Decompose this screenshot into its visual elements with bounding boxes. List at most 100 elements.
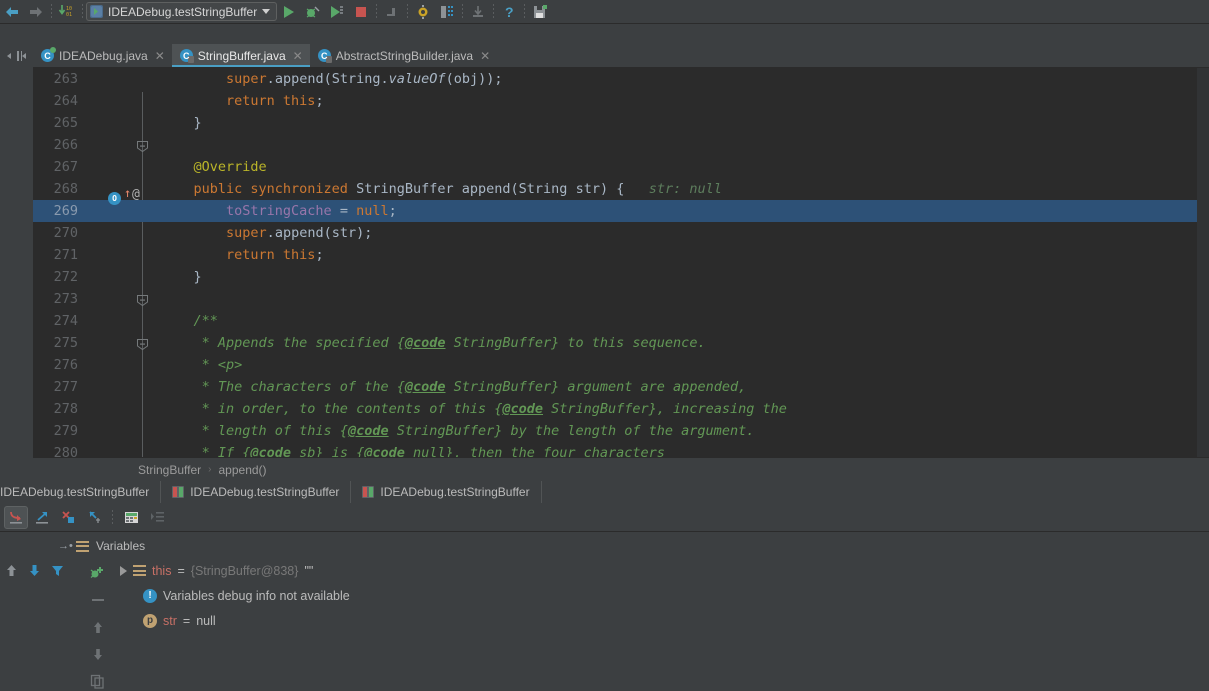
debug-session-tab-0[interactable]: IDEADebug.testStringBuffer	[0, 481, 162, 503]
evaluate-expression-icon[interactable]	[119, 506, 143, 529]
run-configuration-selector[interactable]: IDEADebug.testStringBuffer	[86, 2, 278, 21]
editor-tab-abstractstringbuilder[interactable]: AbstractStringBuilder.java ✕	[310, 44, 497, 67]
settings-gear-icon[interactable]	[411, 1, 435, 23]
toolbar-separator	[407, 3, 409, 20]
close-icon[interactable]: ✕	[155, 49, 165, 63]
move-up-icon[interactable]	[4, 563, 19, 581]
close-icon[interactable]: ✕	[293, 49, 303, 63]
code-token: StringBuffer	[356, 181, 462, 197]
download-sources-icon[interactable]: 10 01	[55, 1, 79, 23]
override-method-icon[interactable]: O	[108, 192, 121, 205]
step-into-icon[interactable]	[30, 506, 54, 529]
code-text: /**	[161, 310, 218, 332]
code-token: String	[518, 181, 568, 197]
variables-row-this[interactable]: this = {StringBuffer@838} ""	[120, 558, 1209, 583]
save-all-icon[interactable]	[528, 1, 552, 23]
restore-layout-icon[interactable]: →•	[58, 540, 73, 552]
sort-up-icon[interactable]	[88, 618, 108, 636]
code-text: * Appends the specified {@code StringBuf…	[161, 332, 706, 354]
toolbar-separator	[462, 3, 464, 20]
code-line[interactable]: 270 super.append(str);	[33, 222, 1209, 244]
code-token: append	[274, 225, 324, 241]
code-line[interactable]: 278 * in order, to the contents of this …	[33, 398, 1209, 420]
code-token: public	[161, 181, 251, 197]
editor-tab-ideadebug[interactable]: IDEADebug.java ✕	[33, 44, 172, 67]
code-line[interactable]: 267 @Override	[33, 156, 1209, 178]
step-out-icon[interactable]	[82, 506, 106, 529]
show-execution-point-icon[interactable]	[145, 506, 169, 529]
update-project-icon[interactable]	[466, 1, 490, 23]
debug-session-tab-1[interactable]: IDEADebug.testStringBuffer	[161, 481, 352, 503]
code-line[interactable]: 268 public synchronized StringBuffer app…	[33, 178, 1209, 200]
code-line[interactable]: 269 toStringCache = null;	[33, 200, 1209, 222]
editor-tab-stringbuffer[interactable]: StringBuffer.java ✕	[171, 44, 310, 67]
code-token: StringBuffer}, increasing the	[543, 401, 787, 417]
code-line[interactable]: 275 * Appends the specified {@code Strin…	[33, 332, 1209, 354]
copy-icon[interactable]	[88, 672, 108, 690]
help-icon[interactable]: ?	[497, 1, 521, 23]
variables-title: Variables	[96, 539, 146, 553]
variable-value: null	[196, 613, 216, 628]
step-over-icon[interactable]	[4, 505, 28, 529]
class-icon	[179, 49, 194, 63]
code-token: ;	[315, 93, 324, 109]
forward-arrow-icon[interactable]	[24, 1, 48, 23]
code-token: * The characters of the {	[161, 379, 405, 395]
code-line[interactable]: 264 return this;	[33, 90, 1209, 112]
expand-triangle-icon[interactable]	[120, 565, 127, 576]
code-text: toStringCache = null;	[161, 200, 397, 222]
code-line[interactable]: 273	[33, 288, 1209, 310]
breadcrumb-method[interactable]: append()	[219, 463, 267, 477]
code-line[interactable]: 279 * length of this {@code StringBuffer…	[33, 420, 1209, 442]
breadcrumb-class[interactable]: StringBuffer	[138, 463, 201, 477]
code-line[interactable]: 263 super.append(String.valueOf(obj));	[33, 68, 1209, 90]
line-number: 272	[53, 269, 78, 285]
run-with-coverage-icon[interactable]	[325, 1, 349, 23]
code-line[interactable]: 272 }	[33, 266, 1209, 288]
debug-stepping-toolbar	[0, 503, 1209, 532]
force-step-into-icon[interactable]	[56, 506, 80, 529]
code-line[interactable]: 266	[33, 134, 1209, 156]
line-number: 275	[53, 335, 78, 351]
code-token: }	[161, 269, 202, 285]
code-line[interactable]: 274 /**	[33, 310, 1209, 332]
debug-icon[interactable]	[301, 1, 325, 23]
code-line[interactable]: 271 return this;	[33, 244, 1209, 266]
code-lines: 263 super.append(String.valueOf(obj)); 26…	[33, 68, 1209, 457]
add-watch-icon[interactable]	[88, 564, 108, 582]
lock-icon	[325, 56, 332, 63]
variables-row-str[interactable]: p str = null	[120, 608, 1209, 633]
hide-panel-icon[interactable]	[16, 50, 32, 64]
code-token: str) {	[567, 181, 625, 197]
variables-row-info[interactable]: ! Variables debug info not available	[120, 583, 1209, 608]
code-token: return	[161, 93, 283, 109]
build-project-icon[interactable]	[380, 1, 404, 23]
variables-tab-header[interactable]: Variables	[76, 534, 1209, 558]
chevron-down-icon[interactable]	[262, 9, 271, 14]
code-line[interactable]: 276 * <p>	[33, 354, 1209, 376]
code-token: (	[323, 71, 332, 87]
code-token: * length of this {	[161, 423, 348, 439]
run-icon[interactable]	[277, 1, 301, 23]
project-structure-icon[interactable]	[435, 1, 459, 23]
code-line[interactable]: 277 * The characters of the {@code Strin…	[33, 376, 1209, 398]
variables-tree[interactable]: this = {StringBuffer@838} "" ! Variables…	[120, 558, 1209, 691]
code-token: @code	[347, 423, 389, 439]
code-line[interactable]: 280 * If {@code sb} is {@code null}, the…	[33, 442, 1209, 457]
stop-icon[interactable]	[349, 1, 373, 23]
line-number: 270	[53, 225, 78, 241]
code-token: * If {	[161, 445, 251, 457]
collapse-icon[interactable]	[88, 591, 108, 609]
editor-tab-bar: IDEADebug.java ✕ StringBuffer.java ✕ Abs…	[33, 44, 1209, 68]
code-line[interactable]: 265 }	[33, 112, 1209, 134]
back-arrow-icon[interactable]	[0, 1, 24, 23]
close-icon[interactable]: ✕	[480, 49, 490, 63]
code-editor[interactable]: 263 super.append(String.valueOf(obj)); 26…	[33, 68, 1209, 457]
debug-session-tab-2[interactable]: IDEADebug.testStringBuffer	[351, 481, 542, 503]
code-token: (	[510, 181, 519, 197]
editor-marker-scrollbar[interactable]	[1197, 68, 1209, 457]
filter-icon[interactable]	[50, 563, 65, 581]
move-down-icon[interactable]	[27, 563, 42, 581]
sort-down-icon[interactable]	[88, 645, 108, 663]
annotation-marker-icon[interactable]: @	[132, 187, 140, 202]
